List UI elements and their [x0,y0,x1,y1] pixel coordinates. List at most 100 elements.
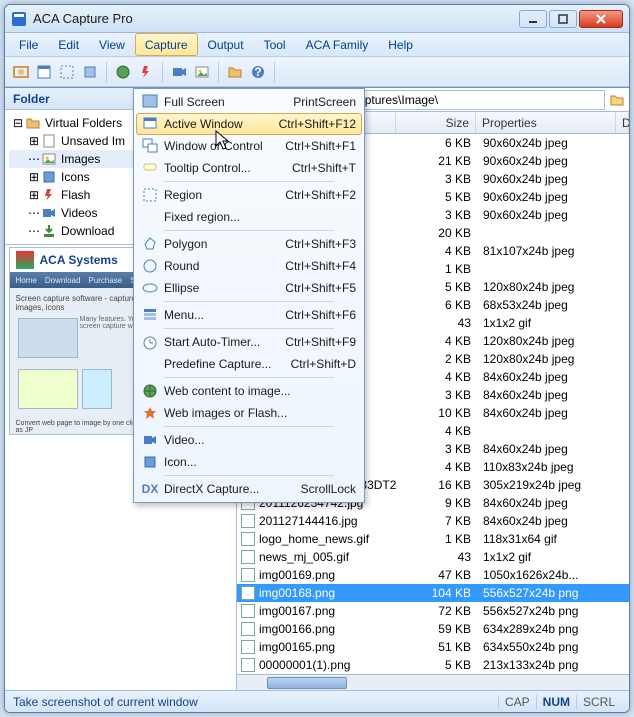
tb-image-icon[interactable] [192,62,212,82]
menu-item-web-content-to-image-[interactable]: Web content to image... [136,380,362,402]
statusbar: Take screenshot of current window CAP NU… [5,690,629,712]
menu-help[interactable]: Help [378,33,423,56]
img-icon [41,151,57,167]
svg-text:?: ? [254,65,261,79]
file-row[interactable]: logo_home_news.gif1 KB118x31x64 gif [237,530,629,548]
fr-icon [140,208,160,226]
ico-icon [41,169,57,185]
file-icon [241,586,255,600]
menu-output[interactable]: Output [198,33,254,56]
doc-icon [41,133,57,149]
mn-icon [140,306,160,324]
menu-separator [164,301,334,302]
tb-help-icon[interactable]: ? [248,62,268,82]
menu-item-polygon[interactable]: PolygonCtrl+Shift+F3 [136,233,362,255]
menu-capture[interactable]: Capture [135,33,198,56]
menu-separator [164,181,334,182]
pc-icon [140,355,160,373]
go-folder-icon[interactable] [609,92,625,108]
file-row[interactable]: 00000001(1).png5 KB213x133x24b png [237,656,629,674]
file-icon [241,568,255,582]
tb-web-icon[interactable] [113,62,133,82]
vd-icon [140,431,160,449]
file-row[interactable]: img00165.png51 KB634x550x24b png [237,638,629,656]
col-properties[interactable]: Properties [476,112,616,133]
tb-video-icon[interactable] [169,62,189,82]
scrollbar-thumb[interactable] [267,677,347,689]
horizontal-scrollbar[interactable] [237,674,629,690]
vid-icon [41,205,57,221]
col-date[interactable]: D [616,112,629,133]
menu-item-round[interactable]: RoundCtrl+Shift+F4 [136,255,362,277]
menu-edit[interactable]: Edit [48,33,89,56]
menu-item-ellipse[interactable]: EllipseCtrl+Shift+F5 [136,277,362,299]
menu-item-directx-capture-[interactable]: DXDirectX Capture...ScrollLock [136,478,362,500]
file-row[interactable]: 201127144416.jpg7 KB84x60x24b jpeg [237,512,629,530]
menu-item-predefine-capture-[interactable]: Predefine Capture...Ctrl+Shift+D [136,353,362,375]
menu-separator [164,475,334,476]
rg-icon [140,186,160,204]
file-row[interactable]: img00167.png72 KB556x527x24b png [237,602,629,620]
content-area: Folder ⊟Virtual Folders⊞Unsaved Im⋯Image… [5,87,629,690]
main-window: ACA Capture Pro FileEditViewCaptureOutpu… [4,4,630,713]
preview-logo-icon [16,251,34,269]
menu-item-full-screen[interactable]: Full ScreenPrintScreen [136,91,362,113]
tb-flash-icon[interactable] [136,62,156,82]
at-icon [140,333,160,351]
fs-icon [140,93,160,111]
wb-icon [140,382,160,400]
window-title: ACA Capture Pro [33,11,519,26]
status-num: NUM [536,695,576,709]
menu-item-active-window[interactable]: Active WindowCtrl+Shift+F12 [136,113,362,135]
close-button[interactable] [579,10,623,28]
file-icon [241,658,255,672]
dl-icon [41,223,57,239]
menu-file[interactable]: File [9,33,48,56]
el-icon [140,279,160,297]
menu-item-web-images-or-flash-[interactable]: Web images or Flash... [136,402,362,424]
file-icon [241,532,255,546]
tb-capture-icon[interactable] [11,62,31,82]
menu-aca-family[interactable]: ACA Family [296,33,379,56]
app-icon [11,11,27,27]
menu-item-icon-[interactable]: Icon... [136,451,362,473]
pg-icon [140,235,160,253]
menu-item-start-auto-timer-[interactable]: Start Auto-Timer...Ctrl+Shift+F9 [136,331,362,353]
tb-region-icon[interactable] [57,62,77,82]
dx-icon: DX [140,480,160,498]
file-row[interactable]: img00168.png104 KB556x527x24b png [237,584,629,602]
file-row[interactable]: img00166.png59 KB634x289x24b png [237,620,629,638]
rd-icon [140,257,160,275]
menu-view[interactable]: View [89,33,135,56]
maximize-button[interactable] [549,10,577,28]
ic-icon [140,453,160,471]
menu-item-region[interactable]: RegionCtrl+Shift+F2 [136,184,362,206]
wf-icon [140,404,160,422]
file-row[interactable]: img00169.png47 KB1050x1626x24b... [237,566,629,584]
tt-icon [140,159,160,177]
file-icon [241,550,255,564]
flash-icon [41,187,57,203]
menu-tool[interactable]: Tool [254,33,296,56]
file-icon [241,640,255,654]
menu-separator [164,328,334,329]
menu-item-tooltip-control-[interactable]: Tooltip Control...Ctrl+Shift+T [136,157,362,179]
menu-separator [164,230,334,231]
menu-separator [164,377,334,378]
menu-item-video-[interactable]: Video... [136,429,362,451]
tb-window-icon[interactable] [34,62,54,82]
wc-icon [140,137,160,155]
titlebar[interactable]: ACA Capture Pro [5,5,629,33]
tb-object-icon[interactable] [80,62,100,82]
file-row[interactable]: news_mj_005.gif431x1x2 gif [237,548,629,566]
file-icon [241,622,255,636]
menu-item-window-or-control[interactable]: Window or ControlCtrl+Shift+F1 [136,135,362,157]
preview-brand: ACA Systems [40,253,118,267]
minimize-button[interactable] [519,10,547,28]
menu-item-menu-[interactable]: Menu...Ctrl+Shift+F6 [136,304,362,326]
capture-dropdown: Full ScreenPrintScreenActive WindowCtrl+… [133,88,365,503]
tb-folder-icon[interactable] [225,62,245,82]
menu-item-fixed-region-[interactable]: Fixed region... [136,206,362,228]
file-icon [241,604,255,618]
col-size[interactable]: Size [396,112,476,133]
